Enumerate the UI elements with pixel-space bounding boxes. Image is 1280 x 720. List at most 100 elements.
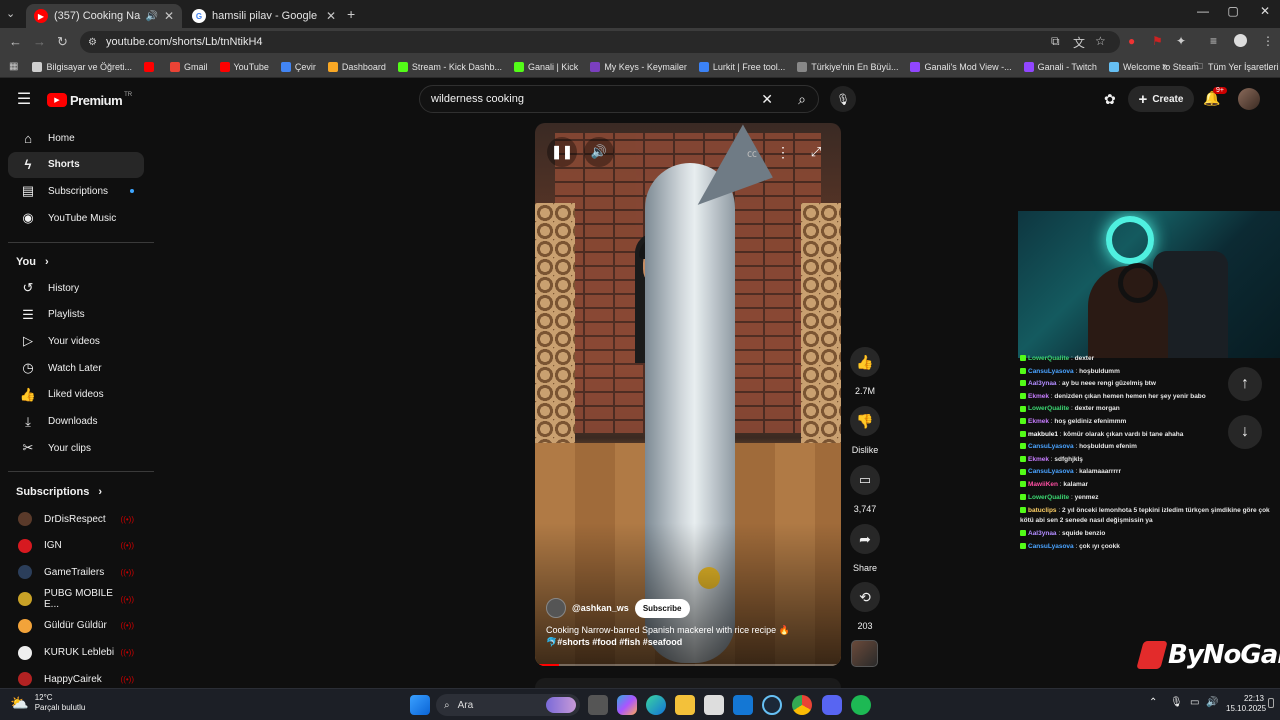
subscription-item[interactable]: KURUK Leblebi ((•))	[8, 640, 144, 666]
bookmark-star-icon[interactable]: ☆	[1095, 34, 1106, 48]
subscription-item[interactable]: PUBG MOBILE E... ((•))	[8, 586, 144, 612]
customize-icon[interactable]: ✿	[1104, 91, 1116, 108]
sidebar-item-your-videos[interactable]: ▷ Your videos	[8, 328, 144, 354]
sidebar-item-home[interactable]: ⌂ Home	[8, 125, 144, 151]
short-video-player[interactable]: ❚❚ 🔊 ㏄ ⋮ ⤢ @ashkan_ws Subscribe Cooking …	[535, 123, 841, 666]
all-bookmarks-folder[interactable]: 🗀 Tüm Yer İşaretleri	[1194, 59, 1279, 75]
subscribe-button[interactable]: Subscribe	[634, 598, 690, 618]
video-progress-bar[interactable]	[535, 664, 841, 666]
extension-pin-icon[interactable]: ⚑	[1152, 34, 1163, 48]
remix-icon[interactable]: ⟲	[850, 582, 880, 612]
more-bookmarks-icon[interactable]: »	[1162, 61, 1168, 72]
bookmark-item[interactable]: Çevir	[280, 61, 316, 72]
extension-red-icon[interactable]: ●	[1128, 34, 1135, 48]
close-tab-icon[interactable]: ✕	[164, 9, 174, 23]
outlook-icon[interactable]	[733, 695, 753, 715]
notifications-button[interactable]: 🔔 9+	[1203, 87, 1227, 107]
bookmark-item[interactable]: Lurkit | Free tool...	[698, 61, 785, 72]
discord-icon[interactable]	[822, 695, 842, 715]
share-action[interactable]: ➦ Share	[849, 524, 881, 573]
bookmark-item[interactable]: Stream - Kick Dashb...	[397, 61, 502, 72]
like-action[interactable]: 👍 2.7M	[849, 347, 881, 396]
bookmark-item[interactable]: Ganali's Mod View -...	[910, 61, 1012, 72]
close-window-button[interactable]: ✕	[1250, 4, 1280, 18]
translate-icon[interactable]: 文	[1073, 34, 1085, 51]
create-button[interactable]: + Create	[1128, 86, 1194, 112]
taskbar-search[interactable]: ⌕ Ara	[436, 694, 580, 716]
bookmark-item[interactable]: Gmail	[169, 61, 208, 72]
media-control-icon[interactable]: ≡	[1210, 34, 1217, 48]
browser-menu-icon[interactable]: ⋮	[1262, 34, 1274, 48]
voice-search-button[interactable]: 🎙	[830, 86, 856, 112]
tab-search-button[interactable]: ⌄	[6, 7, 15, 20]
sidebar-item-history[interactable]: ↺ History	[8, 275, 144, 301]
url-input[interactable]: ⚙ youtube.com/shorts/Lb/tnNtikH4	[80, 31, 1120, 53]
sidebar-item-downloads[interactable]: ⤓ Downloads	[8, 409, 144, 435]
sidebar-item-playlists[interactable]: ☰ Playlists	[8, 302, 144, 328]
edge-icon[interactable]	[646, 695, 666, 715]
remix-action[interactable]: ⟲ 203	[849, 582, 881, 631]
extensions-icon[interactable]: ✦	[1176, 34, 1186, 48]
microphone-icon[interactable]: 🎙	[1170, 697, 1183, 708]
store-icon[interactable]	[704, 695, 724, 715]
new-tab-button[interactable]: +	[347, 6, 355, 22]
minimize-button[interactable]: —	[1188, 4, 1218, 18]
bookmark-item[interactable]: Dashboard	[327, 61, 386, 72]
clear-search-icon[interactable]: ✕	[761, 91, 773, 108]
dislike-icon[interactable]: 👎	[850, 406, 880, 436]
subscription-item[interactable]: GameTrailers ((•))	[8, 559, 144, 585]
maximize-button[interactable]: ▢	[1218, 4, 1248, 18]
bookmark-item[interactable]: My Keys - Keymailer	[590, 61, 687, 72]
copilot-icon[interactable]	[617, 695, 637, 715]
clock[interactable]: 22:13 15.10.2025	[1226, 694, 1266, 714]
tray-chevron-icon[interactable]: ⌃	[1149, 697, 1157, 708]
channel-avatar[interactable]	[546, 598, 566, 618]
file-explorer-icon[interactable]	[675, 695, 695, 715]
bookmark-item[interactable]: Bilgisayar ve Öğreti...	[32, 61, 132, 72]
subscription-item[interactable]: DrDisRespect ((•))	[8, 506, 144, 532]
bookmark-item[interactable]: Türkiye'nin En Büyü...	[797, 61, 898, 72]
close-tab-icon[interactable]: ✕	[326, 9, 336, 23]
site-info-icon[interactable]: ⚙	[88, 37, 97, 48]
bookmark-item[interactable]: Welcome to Steam	[1108, 61, 1199, 72]
bookmark-item[interactable]: Ganali - Twitch	[1023, 61, 1097, 72]
task-view-icon[interactable]	[588, 695, 608, 715]
network-icon[interactable]: ▭	[1190, 697, 1199, 708]
comments-action[interactable]: ▭ 3,747	[849, 465, 881, 514]
tab-youtube[interactable]: ▶ (357) Cooking Narrow-barr 🔊 ✕	[26, 4, 182, 28]
previous-short-button[interactable]: ↑	[1228, 367, 1262, 401]
short-hashtags[interactable]: 🐬#shorts #food #fish #seafood	[546, 637, 682, 648]
search-icon[interactable]: ⌕	[798, 91, 806, 108]
sound-thumbnail[interactable]	[851, 640, 878, 667]
subscription-item[interactable]: IGN ((•))	[8, 533, 144, 559]
apps-grid-icon[interactable]: ▦	[9, 61, 18, 72]
tab-google[interactable]: G hamsili pilav - Google Search ✕	[184, 4, 344, 28]
subscriptions-section-header[interactable]: Subscriptions ›	[16, 486, 102, 498]
profile-avatar[interactable]	[1234, 34, 1247, 47]
next-short-button[interactable]: ↓	[1228, 415, 1262, 449]
reload-button[interactable]: ↻	[57, 34, 68, 50]
bookmark-item[interactable]: YouTube	[219, 61, 269, 72]
sidebar-item-your-clips[interactable]: ✂ Your clips	[8, 435, 144, 461]
fullscreen-icon[interactable]: ⤢	[805, 141, 827, 163]
share-icon[interactable]: ➦	[850, 524, 880, 554]
notification-center-icon[interactable]	[1268, 698, 1274, 708]
dislike-action[interactable]: 👎 Dislike	[849, 406, 881, 455]
sidebar-item-watch-later[interactable]: ◷ Watch Later	[8, 355, 144, 381]
forward-button[interactable]: →	[33, 34, 46, 49]
next-short-preview[interactable]	[535, 678, 841, 688]
sidebar-item-shorts[interactable]: ϟ Shorts	[8, 151, 144, 178]
bookmark-item[interactable]: Ganali | Kick	[513, 61, 578, 72]
captions-icon[interactable]: ㏄	[740, 141, 764, 163]
weather-widget[interactable]: ⛅ 12°C Parçalı bulutlu	[10, 693, 85, 713]
back-button[interactable]: ←	[9, 34, 22, 49]
short-title[interactable]: Cooking Narrow-barred Spanish mackerel w…	[546, 625, 826, 636]
windows-start-icon[interactable]	[410, 695, 430, 715]
like-icon[interactable]: 👍	[850, 347, 880, 377]
sidebar-item-youtube-music[interactable]: ◉ YouTube Music	[8, 205, 144, 231]
channel-handle[interactable]: @ashkan_ws	[572, 603, 629, 613]
spotify-icon[interactable]	[851, 695, 871, 715]
steam-icon[interactable]	[762, 695, 782, 715]
volume-button[interactable]: 🔊	[584, 137, 614, 167]
youtube-logo[interactable]: ▶ Premium TR	[47, 91, 132, 109]
